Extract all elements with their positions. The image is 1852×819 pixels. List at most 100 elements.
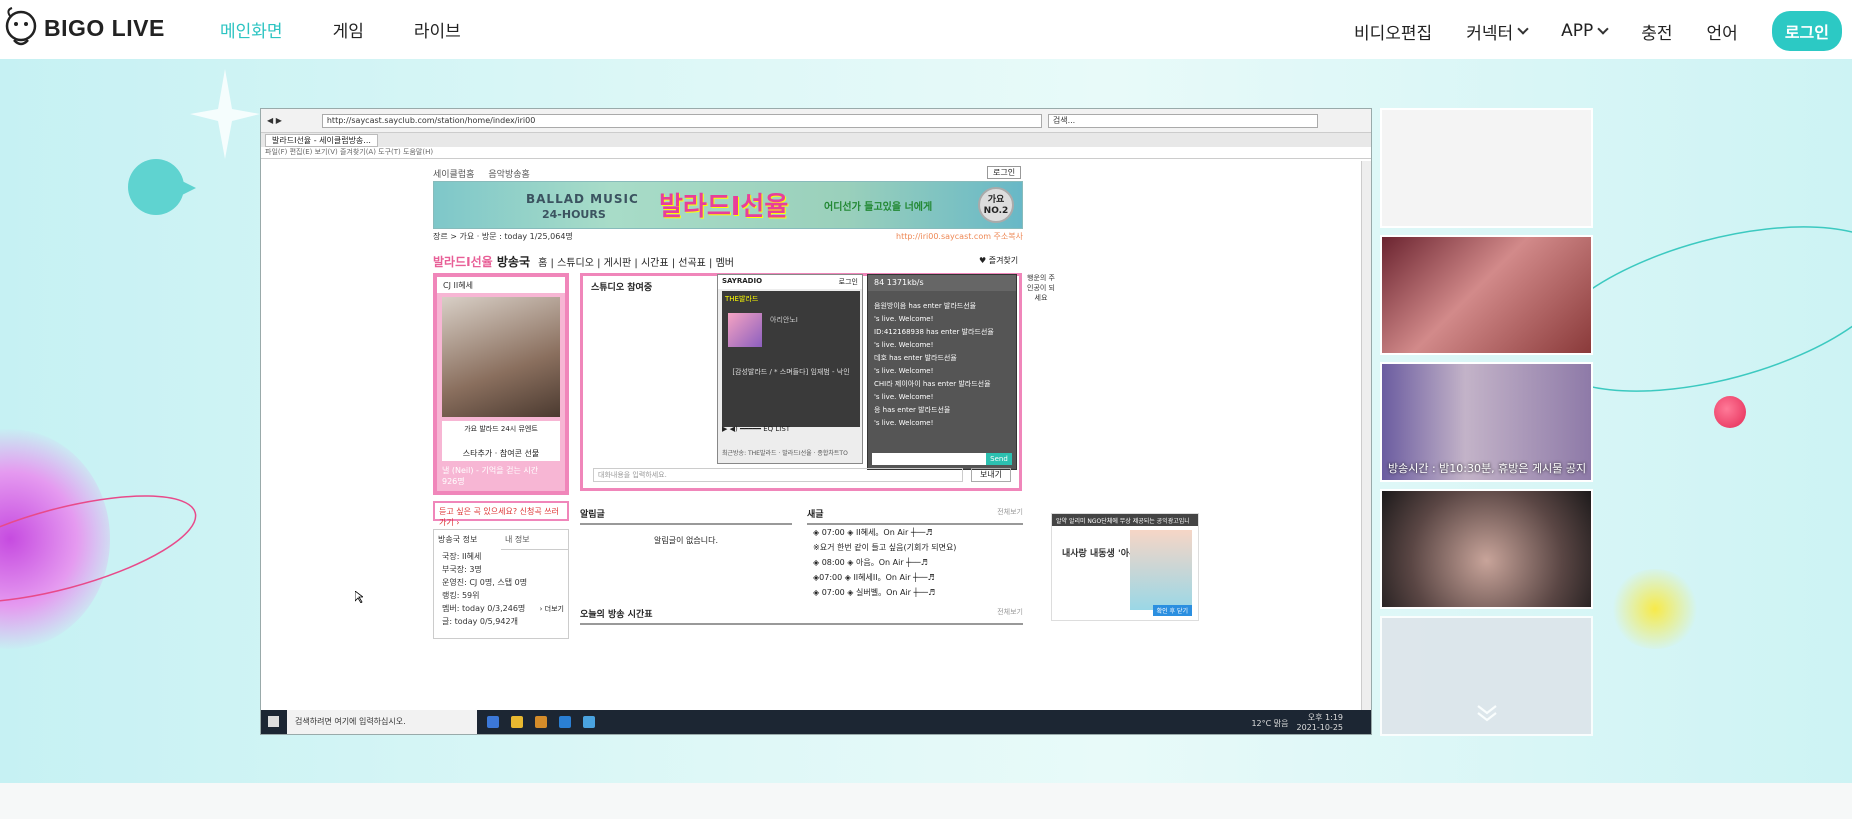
address-bar: http://saycast.sayclub.com/station/home/…	[321, 113, 1042, 128]
station-crumb: 장르 > 가요 · 방문 : today 1/25,064명 http://ir…	[433, 231, 1023, 242]
login-button[interactable]: 로그인	[1771, 11, 1842, 51]
studio-panel: 스튜디오 참여중 SAYRADIO 로그인 THE발라드 아리안노I [감성발라…	[580, 273, 1022, 491]
chat-panel: 84 1371kb/s 음원방이음 has enter 발라드선율 's liv…	[867, 274, 1017, 470]
nav-game[interactable]: 게임	[333, 17, 364, 42]
decorative-orbit	[1560, 226, 1852, 392]
store-icon	[535, 716, 547, 728]
saycast-page: 세이클럽홈 음악방송홈 로그인 BALLAD MUSIC 24-HOURS 발라…	[261, 161, 1361, 710]
chat-send-button: Send	[986, 453, 1012, 465]
player-body: THE발라드 아리안노I [감성발라드 / * 스며들다] 임재범 - 낙인	[722, 291, 860, 427]
info-row: 글: today 0/5,942개	[442, 617, 518, 626]
browser-tab: 발라드I선율 - 세이클럽방송...	[265, 133, 378, 147]
browser-search: 검색...	[1047, 113, 1318, 128]
stream-thumbnail[interactable]	[1380, 235, 1593, 355]
info-row: 국장: II혜세	[442, 552, 482, 561]
song-request: 듣고 싶은 곡 있으세요? 신청곡 쓰러가기 ›	[433, 501, 569, 527]
ad-header: 알약 알리미 NGO단체에 무상 제공되는 공익광고입니다.	[1052, 514, 1198, 534]
nav-app[interactable]: APP	[1561, 21, 1609, 41]
nav-language-label: 언어	[1706, 23, 1738, 44]
browser-toolbar: ◀ ▶ http://saycast.sayclub.com/station/h…	[261, 109, 1371, 133]
chat-line: 's live. Welcome!	[874, 393, 934, 401]
decorative-dot	[1714, 396, 1746, 428]
lucky-promo: 행운의 주인공이 되세요	[1027, 274, 1055, 302]
thumbnail-caption: 방송시간 : 밤10:30분, 휴방은 게시물 공지	[1388, 462, 1587, 475]
main-nav: 메인화면 게임 라이브	[220, 17, 511, 42]
player-controls: ▶ ◀) ━━━━━ EQ LIST	[722, 425, 791, 433]
radio-player: SAYRADIO 로그인 THE발라드 아리안노I [감성발라드 / * 스며들…	[717, 274, 863, 464]
taskbar-search: 검색하려면 여기에 입력하십시오.	[287, 710, 477, 734]
dj-song-title: 낼 (Neil) - 기억을 걷는 시간	[442, 466, 539, 475]
stream-thumbnail[interactable]	[1380, 489, 1593, 609]
chat-line: 응 has enter 발라드선율	[874, 406, 951, 414]
banner-line2: 24-HOURS	[542, 208, 606, 221]
nav-language[interactable]: 언어	[1707, 19, 1738, 44]
post-item: ◈ 07:00 ◈ II혜세。On Air ┼──♬	[813, 528, 933, 537]
folder-icon	[511, 716, 523, 728]
browser-menu: 파일(F) 편집(E) 보기(V) 즐겨찾기(A) 도구(T) 도움말(H)	[261, 147, 1371, 159]
chevron-down-icon[interactable]	[1475, 700, 1499, 724]
info-row: 운영진: CJ 0명, 스탭 0명	[442, 578, 528, 587]
edge-icon	[487, 716, 499, 728]
dj-card: CJ II혜세 가요 발라드 24시 뮤엔트 스타추가 · 참여콘 선물 낼 (…	[433, 273, 569, 495]
live-hero-section: ◀ ▶ http://saycast.sayclub.com/station/h…	[0, 59, 1852, 783]
stream-thumbnail[interactable]	[1380, 616, 1593, 736]
station-suffix: 방송국	[496, 255, 530, 269]
chat-line: 음원방이음 has enter 발라드선율	[874, 302, 977, 310]
back-icon: ◀ ▶	[267, 116, 282, 125]
notice-board: 알림글 알림글이 없습니다.	[580, 507, 792, 546]
mail-icon	[559, 716, 571, 728]
station-banner: BALLAD MUSIC 24-HOURS 발라드I선율 어디선가 들고있을 너…	[433, 181, 1023, 229]
decorative-blob	[1610, 569, 1700, 649]
windows-taskbar: 검색하려면 여기에 입력하십시오. 12°C 맑음 오후 1:19 2021-10…	[261, 710, 1371, 734]
dj-photo	[442, 297, 560, 417]
post-item: ◈ 07:00 ◈ 실버벨。On Air ┼──♬	[813, 588, 936, 597]
banner-line1: BALLAD MUSIC	[526, 192, 639, 206]
crumb-text: 장르 > 가요 · 방문 : today 1/25,064명	[433, 232, 573, 241]
logo-text: BIGO LIVE	[44, 14, 165, 41]
player-lyric: [감성발라드 / * 스며들다] 임재범 - 낙인	[732, 368, 850, 376]
browser-tabs: 발라드I선율 - 세이클럽방송...	[261, 133, 1371, 147]
stream-thumbnail[interactable]: 방송시간 : 밤10:30분, 휴방은 게시물 공지	[1380, 362, 1593, 482]
page-login: 로그인	[987, 166, 1022, 179]
info-tabs: 방송국 정보 내 정보	[434, 530, 568, 550]
post-item: ◈07:00 ◈ II혜세II。On Air ┼──♬	[813, 573, 935, 582]
banner-title: 발라드I선율	[659, 192, 789, 222]
weather: 12°C 맑음	[1251, 718, 1289, 728]
notice-title: 알림글	[580, 507, 792, 525]
today-schedule: 오늘의 방송 시간표 전체보기	[580, 607, 1023, 625]
stream-thumbnails: 방송시간 : 밤10:30분, 휴방은 게시물 공지	[1380, 108, 1594, 743]
station-menu: 홈 | 스튜디오 | 게시판 | 시간표 | 선곡표 | 멤버	[538, 258, 735, 269]
live-stream-player[interactable]: ◀ ▶ http://saycast.sayclub.com/station/h…	[260, 108, 1372, 735]
nav-app-label: APP	[1561, 21, 1594, 41]
nav-recharge-label: 충전	[1641, 23, 1673, 44]
dj-count: 926명	[442, 477, 465, 486]
station-name: 발라드I선율	[433, 255, 493, 269]
secondary-nav: 비디오편집 커넥터 APP 충전 언어 로그인	[1320, 11, 1842, 51]
notice-empty: 알림글이 없습니다.	[654, 536, 718, 545]
chat-line: CHI라 제이아이 has enter 발라드선율	[874, 380, 991, 388]
player-name: THE발라드	[725, 295, 759, 303]
nav-connector[interactable]: 커넥터	[1466, 19, 1529, 44]
nav-recharge[interactable]: 충전	[1641, 19, 1672, 44]
bigo-mascot-icon	[5, 7, 37, 46]
info-more: › 더보기	[539, 605, 564, 613]
stream-thumbnail[interactable]	[1380, 108, 1593, 228]
player-dj: 아리안노I	[770, 316, 798, 324]
page-scrollbar	[1361, 161, 1371, 710]
clock-time: 오후 1:19	[1307, 713, 1343, 722]
page-footer	[0, 783, 1852, 819]
subnav-item: 세이클럽홈	[433, 170, 475, 180]
nav-live[interactable]: 라이브	[414, 17, 461, 42]
dj-song: 낼 (Neil) - 기억을 걷는 시간 926명	[442, 465, 560, 487]
player-login: 로그인	[838, 278, 858, 286]
player-footer: 최근방송: THE발라드 · 발라드I선율 · 종합차트TO	[722, 450, 848, 457]
info-row: 부국장: 3명	[442, 565, 482, 574]
bigo-live-logo[interactable]: BIGO LIVE	[2, 6, 165, 50]
chat-line: 's live. Welcome!	[874, 367, 934, 375]
nav-home[interactable]: 메인화면	[220, 17, 283, 42]
dj-links: 스타추가 · 참여콘 선물	[442, 445, 560, 461]
banner-badge: 가요 NO.2	[978, 187, 1014, 223]
nav-video-edit[interactable]: 비디오편집	[1354, 19, 1432, 44]
info-tab: 내 정보	[501, 530, 568, 550]
top-nav-bar: BIGO LIVE 메인화면 게임 라이브 비디오편집 커넥터 APP 충전 언…	[0, 0, 1852, 59]
